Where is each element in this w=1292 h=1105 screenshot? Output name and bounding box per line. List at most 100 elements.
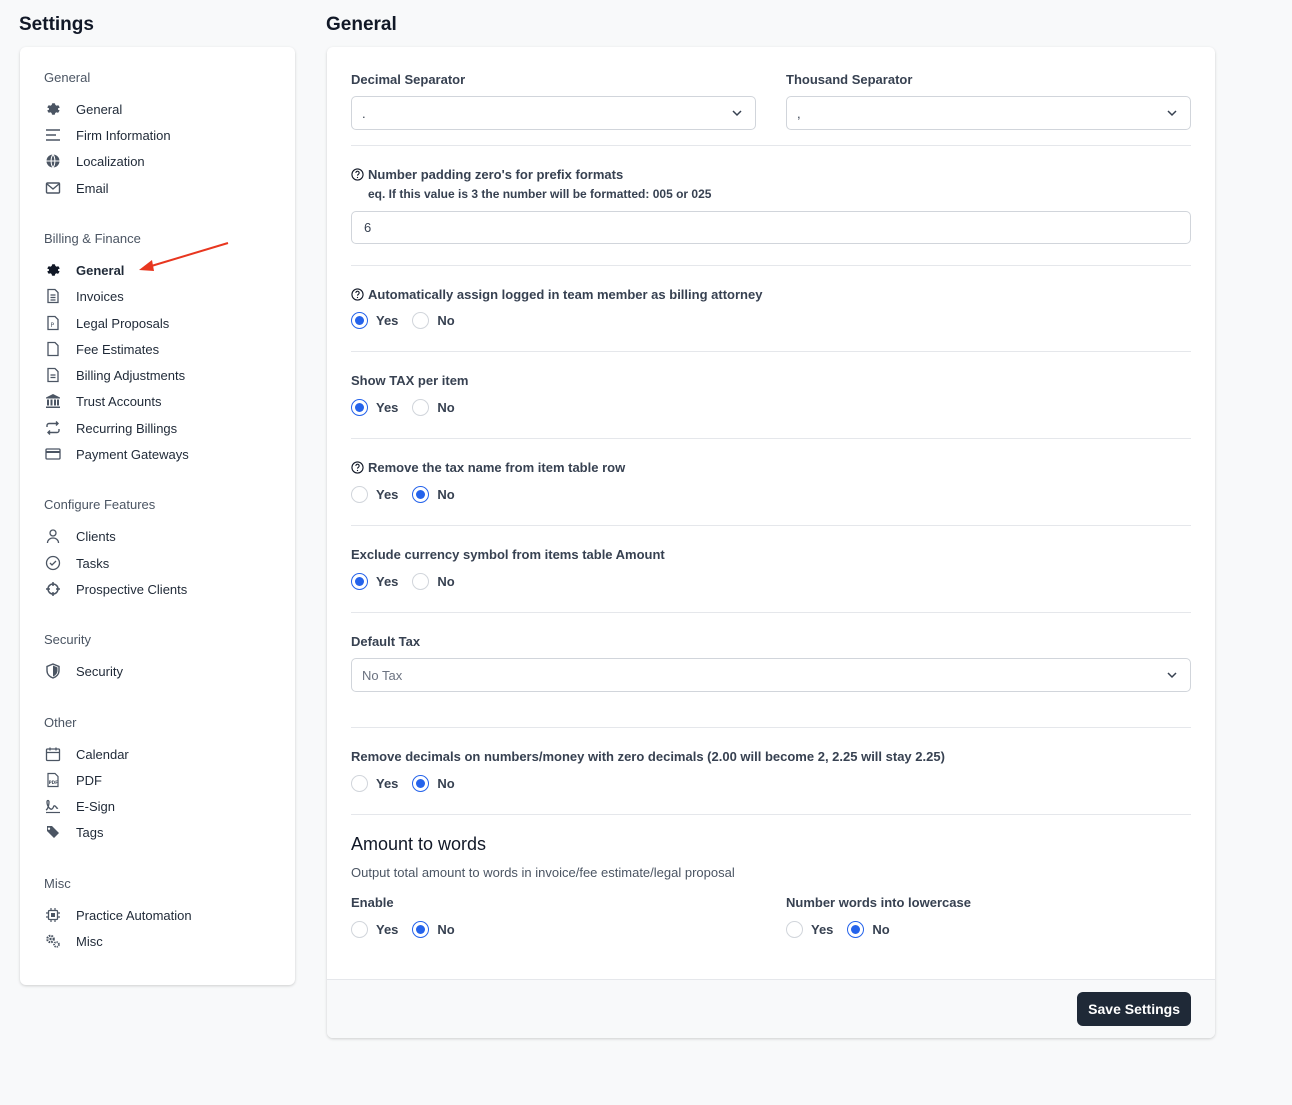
sidebar-item-calendar[interactable]: Calendar — [44, 743, 129, 765]
sidebar-item-legal-proposals[interactable]: P Legal Proposals — [44, 312, 169, 334]
remove-tax-name-no[interactable]: No — [412, 485, 455, 503]
divider — [351, 438, 1191, 439]
radio-label: Yes — [376, 399, 399, 415]
save-settings-button[interactable]: Save Settings — [1077, 992, 1191, 1026]
remove-tax-name-yes[interactable]: Yes — [351, 485, 399, 503]
user-icon — [44, 527, 62, 545]
thousand-separator-select[interactable]: , — [786, 96, 1191, 130]
check-circle-icon — [44, 554, 62, 572]
radio-button[interactable] — [351, 572, 368, 590]
number-padding-label-text: Number padding zero's for prefix formats — [368, 167, 624, 182]
sidebar-item-prospective-clients[interactable]: Prospective Clients — [44, 578, 187, 600]
crosshairs-icon — [44, 580, 62, 598]
sidebar-item-invoices[interactable]: Invoices — [44, 285, 124, 307]
sidebar-item-tasks[interactable]: Tasks — [44, 552, 109, 574]
sidebar-item-label: E-Sign — [76, 798, 116, 814]
repeat-icon — [44, 419, 62, 437]
show-tax-yes[interactable]: Yes — [351, 398, 399, 416]
radio-button[interactable] — [412, 572, 430, 590]
radio-button[interactable] — [412, 920, 430, 938]
chevron-down-icon — [732, 110, 742, 117]
auto-assign-no[interactable]: No — [412, 311, 455, 329]
sidebar-item-label: Billing Adjustments — [76, 367, 186, 383]
general-settings-panel: Decimal Separator . Thousand Separator ,… — [327, 47, 1215, 1038]
radio-button[interactable] — [351, 485, 368, 503]
radio-label: No — [437, 486, 455, 502]
radio-label: Yes — [376, 775, 399, 791]
amount-to-words-heading: Amount to words — [351, 834, 487, 854]
sidebar-item-email[interactable]: Email — [44, 177, 109, 199]
exclude-currency-no[interactable]: No — [412, 572, 455, 590]
credit-card-icon — [44, 445, 62, 463]
divider — [351, 612, 1191, 613]
enable-no[interactable]: No — [412, 920, 455, 938]
radio-button[interactable] — [412, 774, 430, 792]
sidebar-item-fee-estimates[interactable]: Fee Estimates — [44, 338, 159, 360]
auto-assign-radio-group: Yes No — [351, 311, 469, 329]
shield-icon — [44, 662, 62, 680]
red-arrow-icon — [139, 242, 229, 271]
show-tax-no[interactable]: No — [412, 398, 455, 416]
radio-button[interactable] — [412, 311, 430, 329]
sidebar-item-trust-accounts[interactable]: Trust Accounts — [44, 390, 162, 412]
group-title-configure-features: Configure Features — [44, 497, 156, 512]
chip-icon — [44, 906, 62, 924]
auto-assign-label-text: Automatically assign logged in team memb… — [368, 287, 763, 302]
radio-button[interactable] — [351, 398, 368, 416]
remove-decimals-yes[interactable]: Yes — [351, 774, 399, 792]
tags-icon — [44, 823, 62, 841]
enable-yes[interactable]: Yes — [351, 920, 398, 938]
lowercase-yes[interactable]: Yes — [786, 920, 833, 938]
radio-label: Yes — [376, 486, 399, 502]
radio-button[interactable] — [847, 920, 865, 938]
default-tax-select[interactable]: No Tax — [351, 658, 1191, 692]
sidebar-item-localization[interactable]: Localization — [44, 150, 145, 172]
exclude-currency-radio-group: Yes No — [351, 572, 469, 590]
sidebar-item-practice-automation[interactable]: Practice Automation — [44, 904, 192, 926]
sidebar-item-tags[interactable]: Tags — [44, 821, 103, 843]
gears-icon — [44, 932, 62, 950]
radio-label: No — [437, 921, 455, 937]
remove-tax-name-label: Remove the tax name from item table row — [351, 460, 625, 475]
radio-button[interactable] — [351, 774, 368, 792]
invoice-icon — [44, 287, 62, 305]
question-circle-icon[interactable] — [351, 461, 364, 474]
sidebar-item-billing-general[interactable]: General — [44, 259, 124, 281]
divider — [351, 265, 1191, 266]
decimal-separator-value: . — [362, 105, 366, 121]
decimal-separator-select[interactable]: . — [351, 96, 756, 130]
radio-label: No — [437, 399, 455, 415]
sidebar-item-label: Security — [76, 663, 123, 679]
sidebar-item-e-sign[interactable]: E-Sign — [44, 795, 115, 817]
exclude-currency-yes[interactable]: Yes — [351, 572, 399, 590]
svg-text:P: P — [51, 322, 55, 329]
sidebar-item-pdf[interactable]: PDF PDF — [44, 769, 102, 791]
radio-button[interactable] — [786, 920, 803, 938]
remove-decimals-radio-group: Yes No — [351, 774, 469, 792]
page-title: General — [326, 14, 397, 35]
sidebar-item-general[interactable]: General — [44, 98, 122, 120]
radio-button[interactable] — [351, 920, 368, 938]
sidebar-item-misc[interactable]: Misc — [44, 930, 103, 952]
sidebar-item-payment-gateways[interactable]: Payment Gateways — [44, 443, 189, 465]
proposal-icon: P — [44, 314, 62, 332]
question-circle-icon[interactable] — [351, 288, 364, 301]
radio-button[interactable] — [412, 485, 430, 503]
divider — [351, 814, 1191, 815]
settings-heading: Settings — [19, 14, 94, 35]
lowercase-no[interactable]: No — [847, 920, 890, 938]
number-padding-hint: eq. If this value is 3 the number will b… — [368, 187, 712, 201]
sidebar-item-billing-adjustments[interactable]: Billing Adjustments — [44, 364, 185, 386]
sidebar-item-recurring-billings[interactable]: Recurring Billings — [44, 417, 177, 439]
sidebar-item-security[interactable]: Security — [44, 660, 123, 682]
sidebar-item-firm-information[interactable]: Firm Information — [44, 124, 171, 146]
radio-button[interactable] — [412, 398, 430, 416]
auto-assign-yes[interactable]: Yes — [351, 311, 398, 329]
remove-decimals-no[interactable]: No — [412, 774, 455, 792]
number-padding-input[interactable]: 6 — [351, 211, 1191, 244]
sidebar-item-label: General — [76, 101, 123, 117]
sidebar-item-clients[interactable]: Clients — [44, 525, 116, 547]
radio-label: Yes — [376, 573, 399, 589]
radio-button[interactable] — [351, 311, 368, 329]
question-circle-icon[interactable] — [351, 168, 364, 181]
